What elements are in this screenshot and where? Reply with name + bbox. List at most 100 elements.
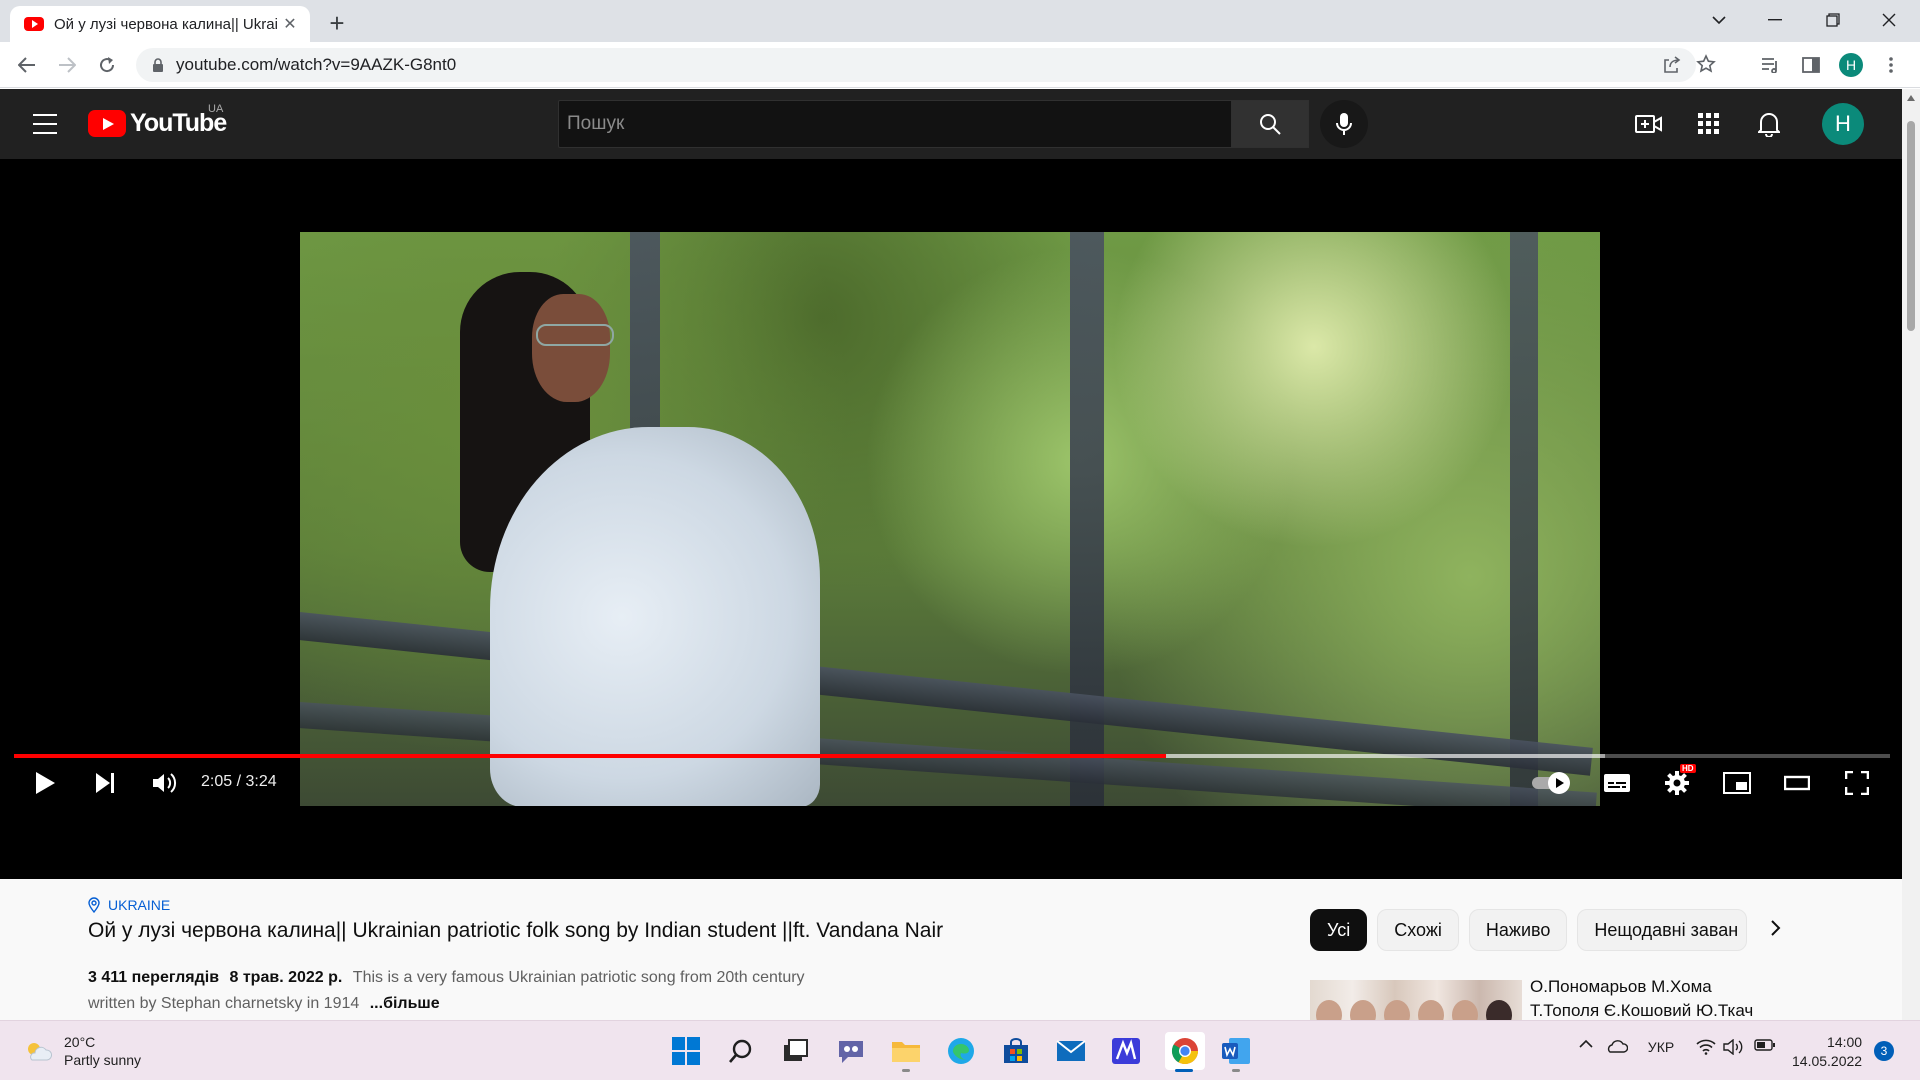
- chip-all[interactable]: Усі: [1310, 909, 1368, 951]
- search-input[interactable]: [559, 101, 1231, 147]
- show-hidden-icons-chevron-icon[interactable]: [1574, 1039, 1598, 1049]
- menu-kebab-icon[interactable]: [1876, 50, 1906, 80]
- chip-live[interactable]: Наживо: [1468, 909, 1568, 951]
- view-count: 3 411 переглядів: [88, 969, 220, 986]
- new-tab-button[interactable]: +: [322, 8, 352, 38]
- chip-related[interactable]: Схожі: [1377, 909, 1459, 951]
- minimize-button[interactable]: [1752, 4, 1798, 36]
- next-button[interactable]: [88, 768, 122, 798]
- apps-grid-icon[interactable]: [1695, 110, 1723, 138]
- volume-icon: [153, 773, 177, 793]
- input-language[interactable]: УКР: [1644, 1039, 1678, 1055]
- onedrive-cloud-icon[interactable]: [1604, 1039, 1630, 1053]
- word-button[interactable]: [1220, 1035, 1252, 1067]
- mail-button[interactable]: [1055, 1035, 1087, 1067]
- voice-search-button[interactable]: [1320, 100, 1368, 148]
- back-button[interactable]: [12, 50, 42, 80]
- location-pin-icon: [88, 897, 100, 913]
- reading-list-icon[interactable]: [1756, 50, 1786, 80]
- windows-start-icon: [672, 1037, 700, 1065]
- close-window-button[interactable]: [1866, 4, 1912, 36]
- notification-badge[interactable]: 3: [1874, 1041, 1894, 1061]
- create-video-icon[interactable]: [1635, 110, 1663, 138]
- volume-icon[interactable]: [1722, 1039, 1746, 1055]
- country-code: UA: [208, 103, 224, 115]
- youtube-favicon-icon: [24, 17, 44, 31]
- autoplay-toggle[interactable]: [1530, 768, 1574, 798]
- restore-button[interactable]: [1810, 4, 1856, 36]
- video-frame[interactable]: [300, 232, 1600, 806]
- folder-icon: [892, 1042, 920, 1062]
- gear-icon: [1665, 771, 1689, 795]
- youtube-logo[interactable]: YouTube UA: [88, 103, 227, 138]
- video-location: UKRAINE: [108, 897, 171, 913]
- lock-icon: [152, 58, 164, 72]
- bookmark-star-icon[interactable]: [1696, 54, 1716, 74]
- play-button[interactable]: [28, 768, 62, 798]
- share-icon[interactable]: [1662, 55, 1682, 75]
- subtitles-icon: [1604, 774, 1630, 792]
- taskbar-search-button[interactable]: [725, 1035, 757, 1067]
- scrollbar-thumb[interactable]: [1907, 121, 1915, 331]
- video-location-link[interactable]: UKRAINE: [88, 897, 170, 913]
- video-description[interactable]: 3 411 переглядів 8 трав. 2022 р. This is…: [88, 965, 828, 1017]
- video-player[interactable]: 2:05 / 3:24 HD: [0, 159, 1902, 879]
- start-button[interactable]: [670, 1035, 702, 1067]
- profile-button[interactable]: H: [1836, 50, 1866, 80]
- chrome-icon: [1171, 1038, 1199, 1065]
- math-app-button[interactable]: [1110, 1035, 1142, 1067]
- task-view-button[interactable]: [780, 1035, 812, 1067]
- address-bar[interactable]: youtube.com/watch?v=9AAZK-G8nt0: [136, 48, 1716, 82]
- search-button[interactable]: [1231, 100, 1309, 148]
- show-more-link[interactable]: ...більше: [370, 995, 440, 1012]
- subtitles-button[interactable]: [1600, 768, 1634, 798]
- theater-mode-button[interactable]: [1780, 768, 1814, 798]
- hd-badge: HD: [1680, 764, 1696, 773]
- teams-chat-button[interactable]: [835, 1035, 867, 1067]
- browser-tabstrip: Ой у лузі червона калина|| Ukrai ✕ +: [0, 0, 1920, 42]
- guide-menu-icon[interactable]: [30, 111, 60, 137]
- recommendation-title[interactable]: О.Пономарьов М.Хома: [1530, 977, 1712, 997]
- profile-avatar: H: [1839, 53, 1863, 77]
- recommendation-chips: Усі Схожі Наживо Нещодавні заван: [1310, 909, 1748, 951]
- time-display: 2:05 / 3:24: [201, 773, 277, 790]
- video-title: Ой у лузі червона калина|| Ukrainian pat…: [88, 919, 944, 942]
- notifications-bell-icon[interactable]: [1755, 110, 1783, 138]
- browser-tab-active[interactable]: Ой у лузі червона калина|| Ukrai ✕: [10, 6, 310, 42]
- microsoft-store-button[interactable]: [1000, 1035, 1032, 1067]
- partly-sunny-icon: [28, 1043, 52, 1061]
- weather-widget[interactable]: 20°C Partly sunny: [24, 1033, 141, 1069]
- weather-temperature: 20°C: [64, 1034, 96, 1050]
- account-avatar[interactable]: H: [1822, 103, 1864, 145]
- edge-browser-button[interactable]: [945, 1035, 977, 1067]
- upload-date: 8 трав. 2022 р.: [229, 969, 343, 986]
- fullscreen-button[interactable]: [1840, 768, 1874, 798]
- chips-next-chevron-icon[interactable]: [1770, 919, 1782, 937]
- recommendation-thumbnail[interactable]: [1310, 980, 1522, 1020]
- battery-icon[interactable]: [1752, 1039, 1778, 1051]
- reload-button[interactable]: [92, 50, 122, 80]
- video-person-dress: [490, 427, 820, 806]
- tab-close-icon[interactable]: ✕: [280, 14, 300, 34]
- word-icon: [1222, 1038, 1250, 1064]
- settings-button[interactable]: HD: [1660, 764, 1696, 798]
- scroll-up-arrow-icon[interactable]: [1907, 95, 1915, 101]
- math-app-icon: [1112, 1038, 1140, 1064]
- recommendation-subtitle[interactable]: Т.Тополя Є.Кошовий Ю.Ткач: [1530, 1001, 1753, 1020]
- page-scrollbar[interactable]: [1902, 89, 1920, 1020]
- tab-search-button[interactable]: [1696, 4, 1742, 36]
- mute-button[interactable]: [148, 768, 182, 798]
- miniplayer-button[interactable]: [1720, 768, 1754, 798]
- system-clock[interactable]: 14:00 14.05.2022: [1792, 1033, 1862, 1071]
- forward-button[interactable]: [52, 50, 82, 80]
- teams-chat-icon: [839, 1041, 863, 1063]
- file-explorer-button[interactable]: [890, 1035, 922, 1067]
- chip-recently-uploaded[interactable]: Нещодавні заван: [1577, 909, 1748, 951]
- browser-toolbar: youtube.com/watch?v=9AAZK-G8nt0 H: [0, 42, 1920, 88]
- progress-bar[interactable]: [14, 754, 1890, 758]
- wifi-icon[interactable]: [1694, 1039, 1718, 1055]
- side-panel-icon[interactable]: [1796, 50, 1826, 80]
- autoplay-toggle-icon: [1532, 772, 1570, 794]
- chrome-button[interactable]: [1165, 1032, 1205, 1070]
- search-box[interactable]: [558, 100, 1232, 148]
